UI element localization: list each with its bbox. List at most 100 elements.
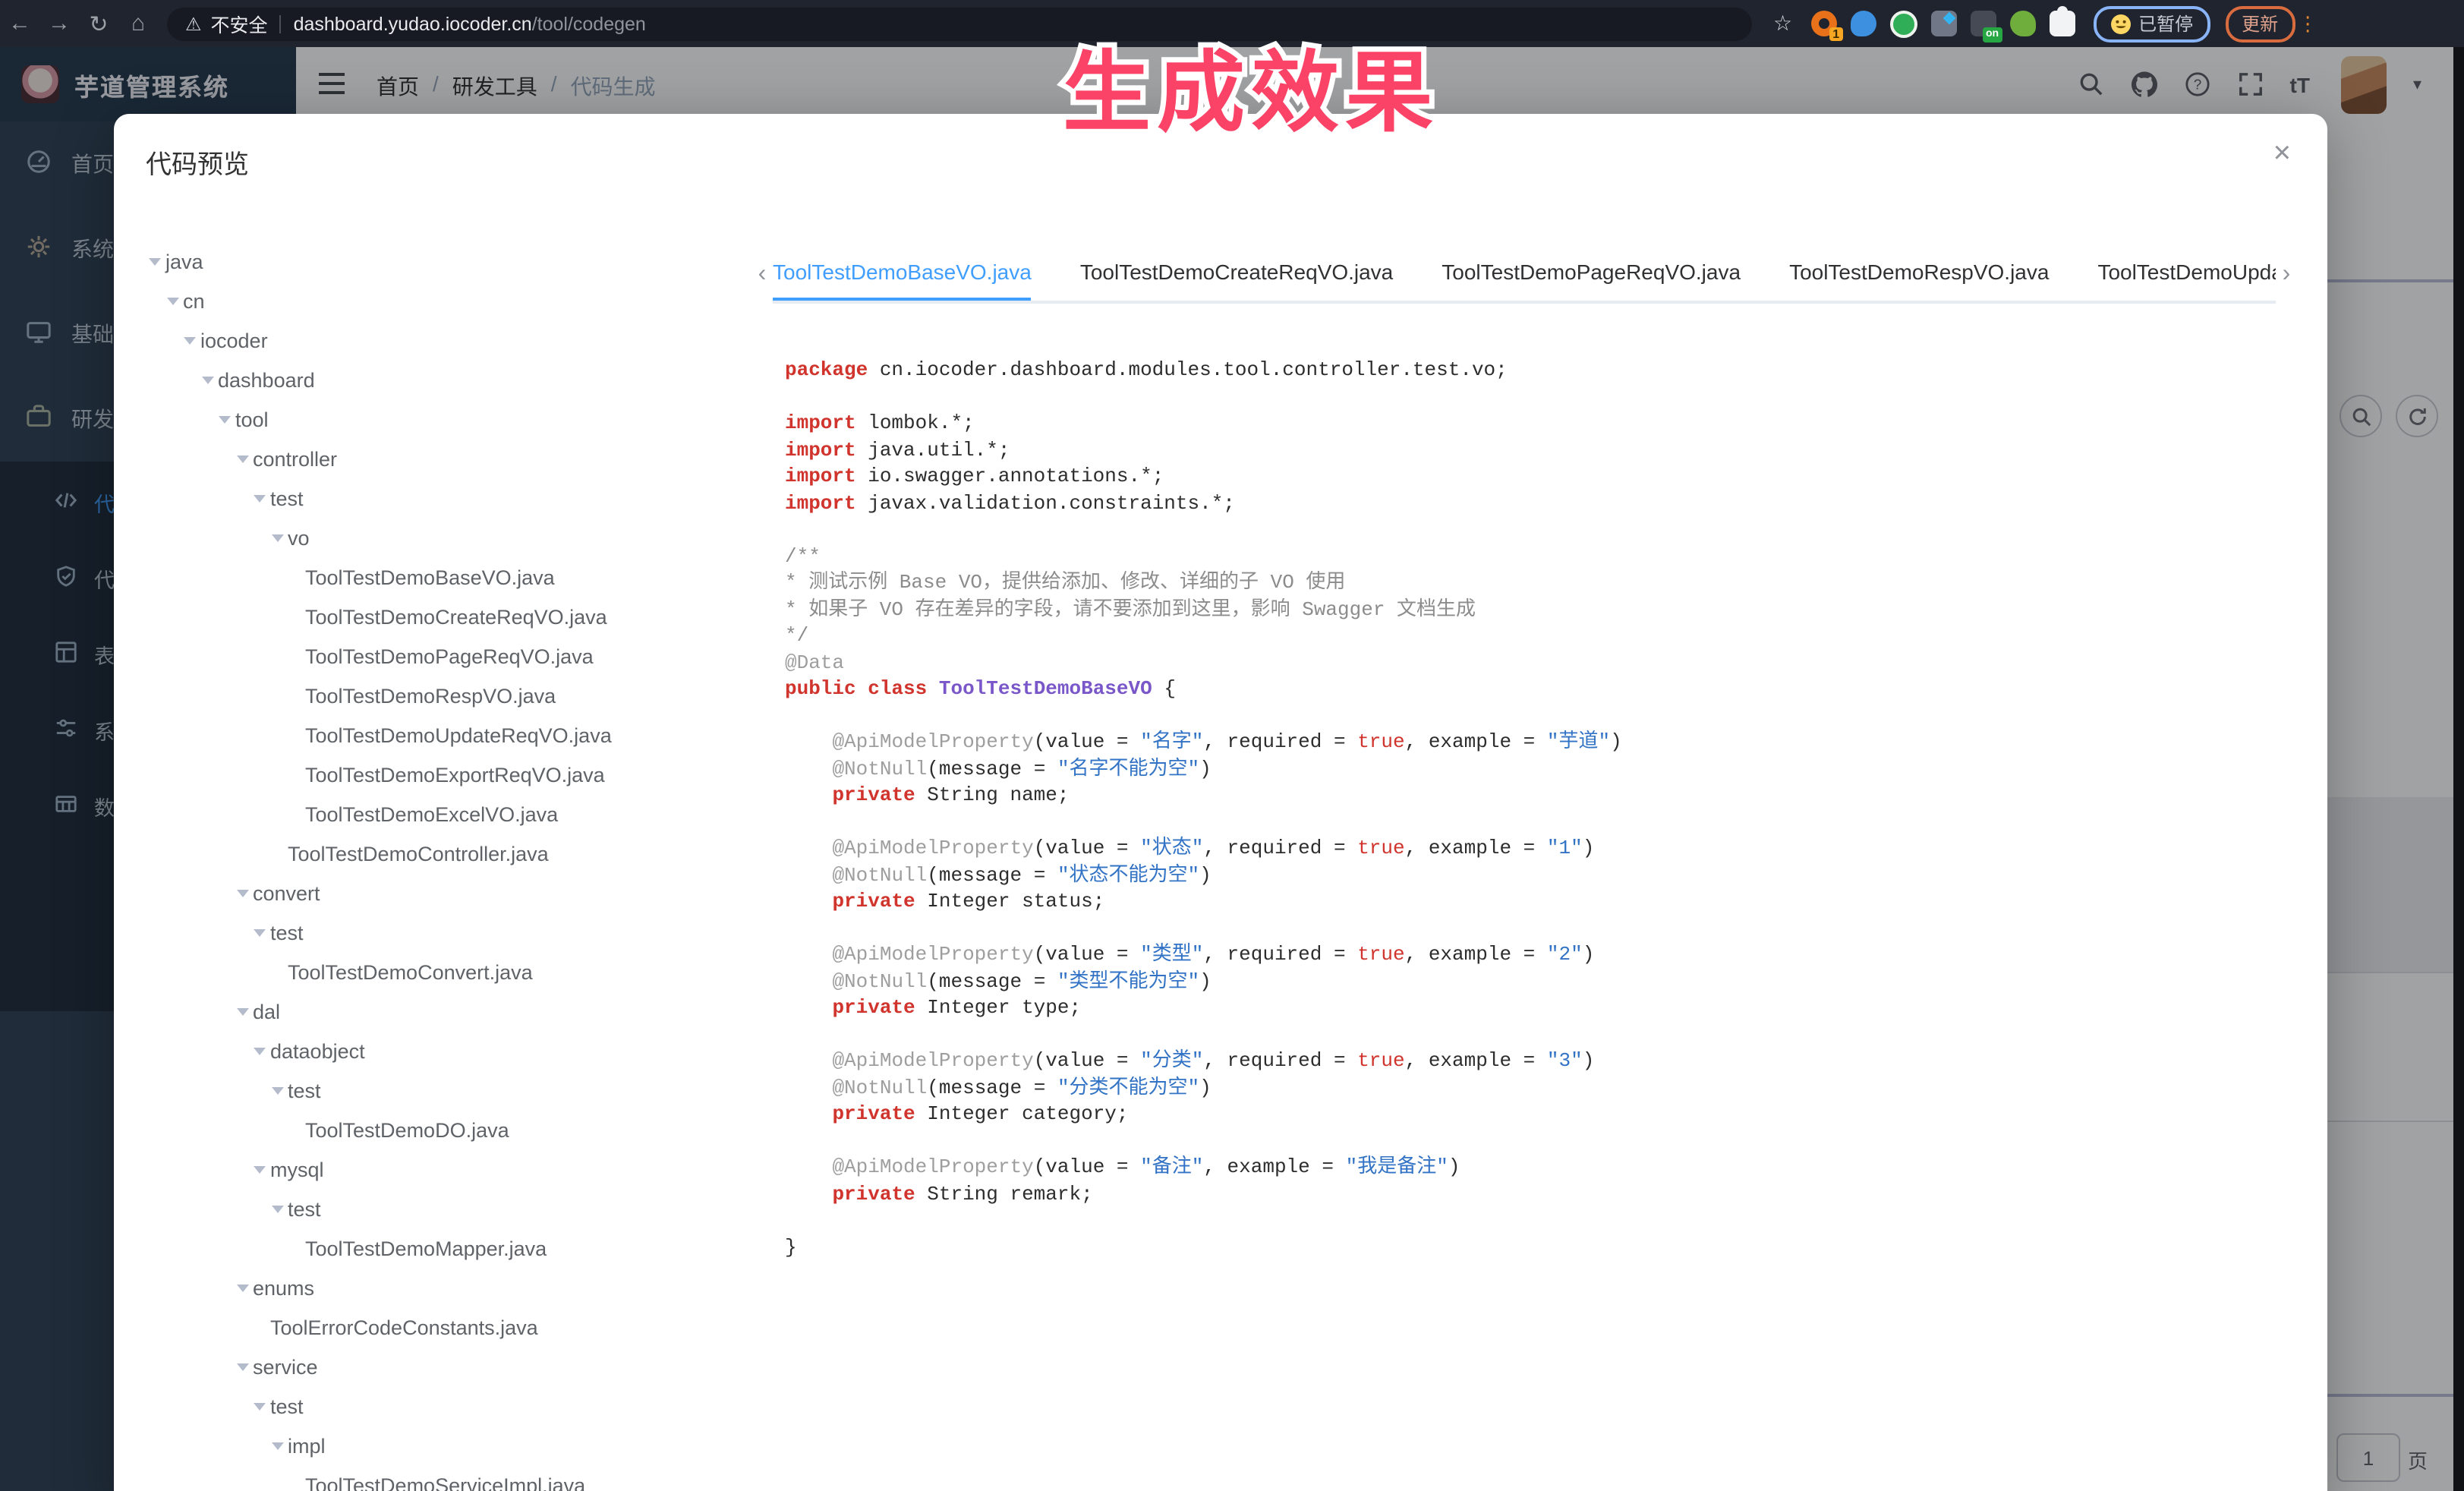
tree-caret-icon[interactable]: [249, 494, 270, 502]
back-icon[interactable]: ←: [0, 11, 39, 36]
tabs-prev-icon[interactable]: ‹: [751, 261, 773, 288]
tree-file[interactable]: ToolErrorCodeConstants.java: [144, 1307, 751, 1347]
tree-caret-icon[interactable]: [266, 1086, 288, 1094]
tree-file[interactable]: ToolTestDemoPageReqVO.java: [144, 636, 751, 676]
tree-caret-icon[interactable]: [232, 889, 253, 897]
tree-label: dal: [253, 1000, 280, 1023]
code-line: import java.util.*;: [785, 437, 2303, 463]
tree-caret-icon[interactable]: [249, 1047, 270, 1054]
forward-icon[interactable]: →: [39, 11, 79, 36]
tree-folder[interactable]: service: [144, 1347, 751, 1386]
close-icon[interactable]: ×: [2273, 138, 2291, 169]
file-tab[interactable]: ToolTestDemoPageReqVO.java: [1442, 246, 1741, 298]
tree-caret-icon[interactable]: [232, 1284, 253, 1291]
code-line: @ApiModelProperty(value = "备注", example …: [785, 1154, 2303, 1181]
tree-file[interactable]: ToolTestDemoRespVO.java: [144, 676, 751, 715]
tree-label: ToolTestDemoUpdateReqVO.java: [305, 723, 612, 746]
file-tab[interactable]: ToolTestDemoCreateReqVO.java: [1080, 246, 1393, 298]
code-line: private String name;: [785, 782, 2303, 809]
tree-caret-icon[interactable]: [266, 1442, 288, 1449]
file-tab[interactable]: ToolTestDemoUpdateReqVO.java: [2097, 246, 2276, 298]
tree-file[interactable]: ToolTestDemoServiceImpl.java: [144, 1465, 751, 1491]
tree-caret-icon[interactable]: [249, 1402, 270, 1410]
tree-caret-icon[interactable]: [179, 336, 200, 344]
tree-file[interactable]: ToolTestDemoController.java: [144, 834, 751, 873]
tree-file[interactable]: ToolTestDemoBaseVO.java: [144, 557, 751, 597]
code-line: @NotNull(message = "名字不能为空"): [785, 755, 2303, 782]
tree-folder[interactable]: test: [144, 1189, 751, 1228]
security-label: 不安全: [211, 9, 268, 38]
extension-puzzle-icon[interactable]: [2049, 11, 2075, 36]
tree-folder[interactable]: impl: [144, 1426, 751, 1465]
tree-file[interactable]: ToolTestDemoCreateReqVO.java: [144, 597, 751, 636]
code-line: */: [785, 623, 2303, 649]
tree-label: test: [270, 921, 304, 944]
tree-folder[interactable]: dataobject: [144, 1031, 751, 1070]
extension-icon-1[interactable]: 1: [1810, 11, 1836, 36]
tree-caret-icon[interactable]: [232, 1363, 253, 1370]
tree-label: cn: [183, 289, 205, 312]
code-line: * 如果子 VO 存在差异的字段，请不要添加到这里，影响 Swagger 文档生…: [785, 596, 2303, 623]
code-line: [785, 915, 2303, 941]
tree-folder[interactable]: java: [144, 241, 751, 281]
paused-button[interactable]: 已暂停: [2093, 5, 2210, 42]
home-icon[interactable]: ⌂: [118, 11, 158, 36]
tree-folder[interactable]: test: [144, 913, 751, 952]
tree-caret-icon[interactable]: [232, 455, 253, 462]
file-tab[interactable]: ToolTestDemoBaseVO.java: [773, 246, 1032, 298]
tree-label: convert: [253, 881, 320, 904]
tree-caret-icon[interactable]: [266, 1205, 288, 1212]
tree-folder[interactable]: tool: [144, 399, 751, 439]
tree-file[interactable]: ToolTestDemoMapper.java: [144, 1228, 751, 1268]
tree-file[interactable]: ToolTestDemoExportReqVO.java: [144, 755, 751, 794]
tree-label: service: [253, 1355, 318, 1378]
tree-caret-icon[interactable]: [266, 534, 288, 541]
bookmark-star-icon[interactable]: ☆: [1773, 11, 1792, 36]
tree-caret-icon[interactable]: [249, 928, 270, 936]
tree-caret-icon[interactable]: [214, 415, 235, 423]
tree-file[interactable]: ToolTestDemoUpdateReqVO.java: [144, 715, 751, 755]
url-host: dashboard.yudao.iocoder.cn: [294, 13, 532, 34]
tabs-next-icon[interactable]: ›: [2276, 261, 2297, 288]
tree-folder[interactable]: test: [144, 1386, 751, 1426]
tree-folder[interactable]: test: [144, 478, 751, 518]
tree-folder[interactable]: iocoder: [144, 320, 751, 360]
tree-file[interactable]: ToolTestDemoExcelVO.java: [144, 794, 751, 834]
emoji-face-icon: [2110, 13, 2131, 34]
url-path: /tool/codegen: [532, 13, 646, 34]
tree-file[interactable]: ToolTestDemoConvert.java: [144, 952, 751, 991]
update-button[interactable]: 更新: [2225, 5, 2295, 42]
dialog-title: 代码预览: [146, 143, 249, 181]
tree-folder[interactable]: mysql: [144, 1149, 751, 1189]
tree-caret-icon[interactable]: [144, 257, 165, 265]
paused-label: 已暂停: [2138, 11, 2193, 36]
extension-icon-4[interactable]: [1930, 11, 1956, 36]
tree-folder[interactable]: dal: [144, 991, 751, 1031]
tree-caret-icon[interactable]: [162, 297, 183, 304]
tree-folder[interactable]: controller: [144, 439, 751, 478]
tree-caret-icon[interactable]: [249, 1165, 270, 1173]
extension-icon-5[interactable]: on: [1970, 11, 1996, 36]
code-line: }: [785, 1234, 2303, 1260]
tree-folder[interactable]: dashboard: [144, 360, 751, 399]
extension-icon-2[interactable]: [1850, 11, 1876, 36]
code-line: /**: [785, 543, 2303, 569]
code-line: package cn.iocoder.dashboard.modules.too…: [785, 357, 2303, 383]
tree-file[interactable]: ToolTestDemoDO.java: [144, 1110, 751, 1149]
tree-folder[interactable]: test: [144, 1070, 751, 1110]
tree-folder[interactable]: convert: [144, 873, 751, 913]
warning-icon: ⚠: [185, 13, 202, 34]
reload-icon[interactable]: ↻: [79, 10, 118, 37]
extension-icon-6[interactable]: [2009, 11, 2035, 36]
file-tab[interactable]: ToolTestDemoRespVO.java: [1789, 246, 2049, 298]
tree-folder[interactable]: cn: [144, 281, 751, 320]
code-line: [785, 516, 2303, 543]
tree-caret-icon[interactable]: [232, 1007, 253, 1015]
code-line: [785, 383, 2303, 410]
tree-caret-icon[interactable]: [197, 376, 218, 383]
tree-folder[interactable]: enums: [144, 1268, 751, 1307]
extension-icon-3[interactable]: [1889, 10, 1917, 37]
tree-folder[interactable]: vo: [144, 518, 751, 557]
browser-menu-icon[interactable]: ⋮: [2298, 11, 2317, 36]
update-label: 更新: [2242, 11, 2278, 36]
